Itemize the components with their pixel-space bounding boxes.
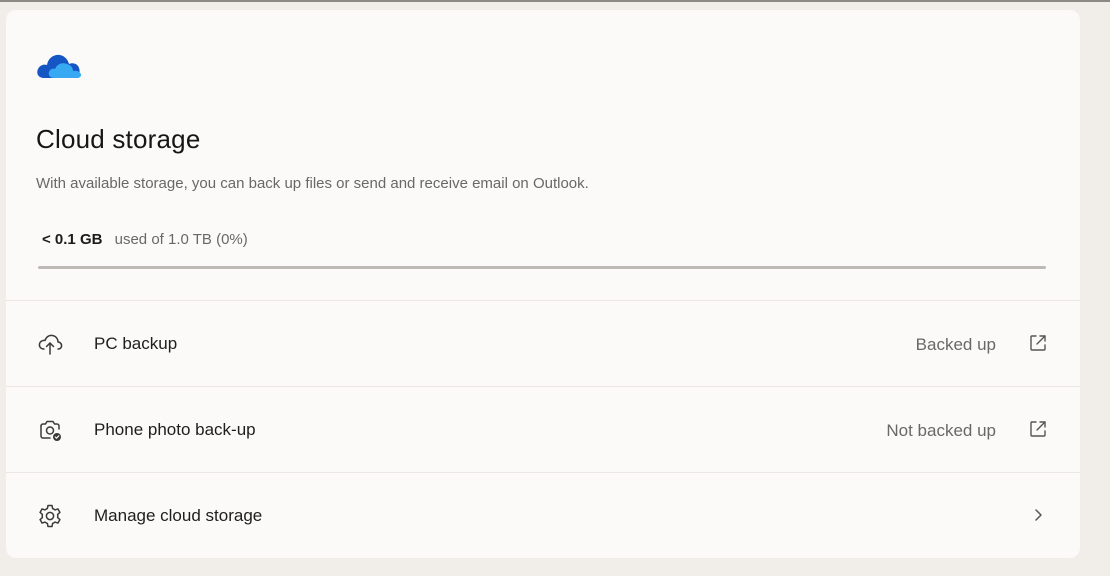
phone-photo-backup-status: Not backed up xyxy=(886,421,996,440)
page-title: Cloud storage xyxy=(36,124,201,154)
storage-progress-bar xyxy=(38,266,1046,269)
pc-backup-row[interactable]: PC backup Backed up xyxy=(6,301,1080,387)
storage-used-amount: < 0.1 GB xyxy=(42,231,103,248)
phone-photo-backup-row[interactable]: Phone photo back-up Not backed up xyxy=(6,387,1080,473)
manage-cloud-storage-row[interactable]: Manage cloud storage xyxy=(6,473,1080,558)
cloud-upload-icon xyxy=(38,334,63,355)
window-top-border xyxy=(0,0,1110,2)
onedrive-cloud-icon xyxy=(37,54,81,78)
pc-backup-status: Backed up xyxy=(915,335,996,354)
pc-backup-label: PC backup xyxy=(94,334,178,353)
storage-description: With available storage, you can back up … xyxy=(36,175,589,192)
open-external-icon[interactable] xyxy=(1026,417,1050,441)
camera-sync-icon xyxy=(40,420,61,441)
storage-usage: < 0.1 GB used of 1.0 TB (0%) xyxy=(42,231,248,248)
open-external-icon[interactable] xyxy=(1026,331,1050,355)
storage-used-detail: used of 1.0 TB (0%) xyxy=(114,231,248,248)
cloud-storage-header: Cloud storage With available storage, yo… xyxy=(6,10,1080,301)
manage-cloud-storage-label: Manage cloud storage xyxy=(94,506,263,525)
phone-photo-backup-label: Phone photo back-up xyxy=(94,420,256,439)
cloud-storage-card: Cloud storage With available storage, yo… xyxy=(6,10,1080,558)
chevron-right-icon[interactable] xyxy=(1026,503,1050,527)
gear-icon xyxy=(39,504,61,528)
